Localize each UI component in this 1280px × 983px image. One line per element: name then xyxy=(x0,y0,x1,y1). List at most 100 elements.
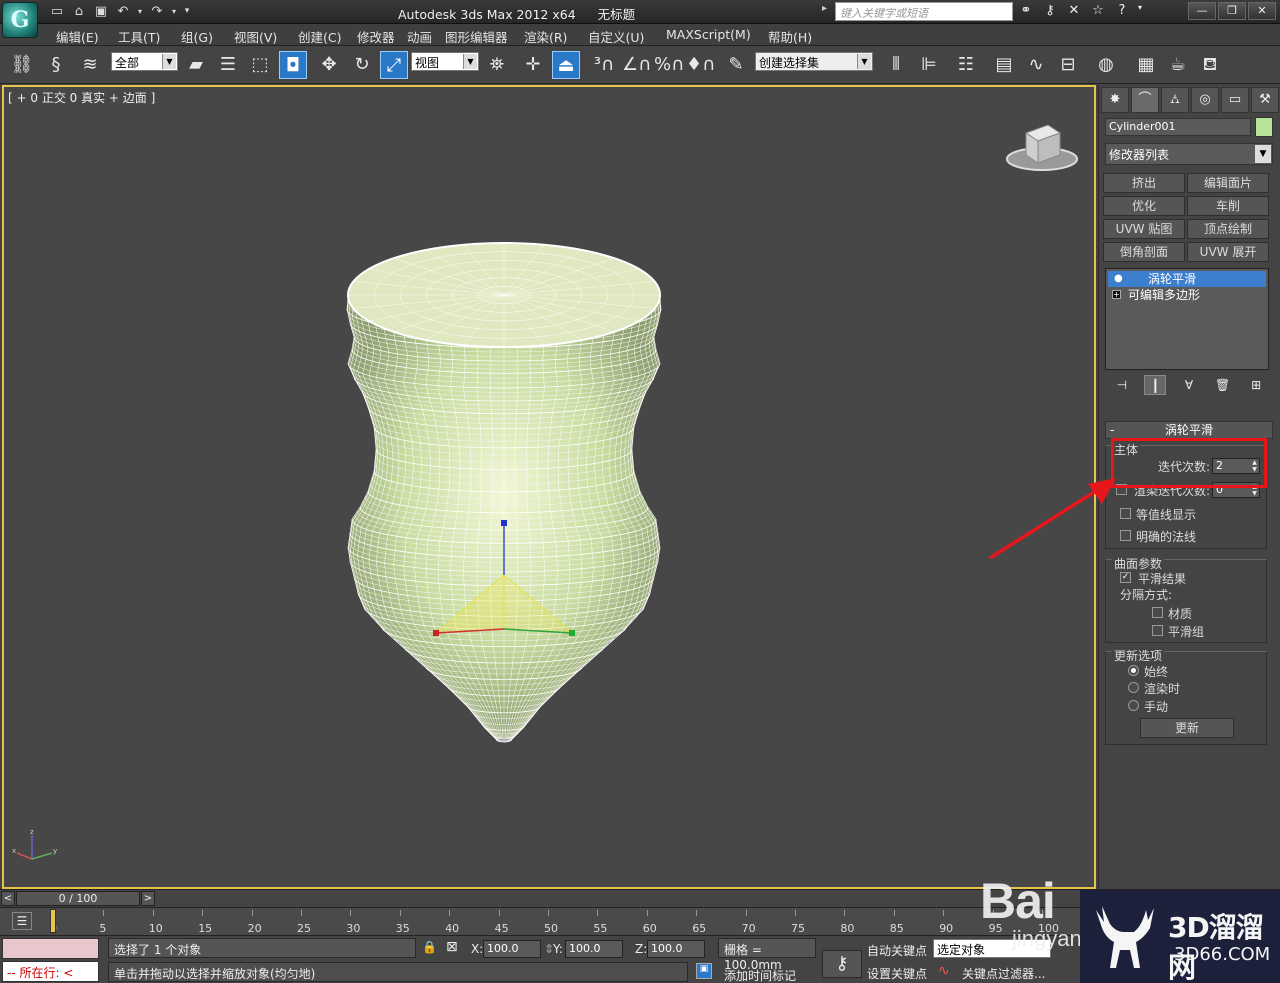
select-object-icon[interactable]: ▰ xyxy=(182,51,210,79)
modifier-button-lathe[interactable]: 车削 xyxy=(1187,196,1269,216)
when-rendering-radio[interactable] xyxy=(1128,682,1139,693)
material-editor-icon[interactable]: ◍ xyxy=(1092,51,1120,79)
set-key-button[interactable]: 设置关键点 xyxy=(867,965,927,982)
update-button[interactable]: 更新 xyxy=(1140,718,1234,738)
modifier-button-extrude[interactable]: 挤出 xyxy=(1103,173,1185,193)
current-frame-marker[interactable] xyxy=(50,909,56,933)
new-file-icon[interactable]: ▭ xyxy=(48,3,66,20)
modify-tab-icon[interactable]: ⌒ xyxy=(1131,87,1159,113)
menu-graph-editors[interactable]: 图形编辑器 xyxy=(445,27,508,46)
menu-modifiers[interactable]: 修改器 xyxy=(357,27,395,46)
maxscript-listener-mini[interactable] xyxy=(2,938,99,959)
bind-spacewarp-icon[interactable]: ≋ xyxy=(76,51,104,79)
materials-checkbox[interactable] xyxy=(1152,607,1163,618)
modifier-button-bevel-profile[interactable]: 倒角剖面 xyxy=(1103,242,1185,262)
show-end-result-icon[interactable]: ┃ xyxy=(1144,375,1167,395)
select-manipulate-icon[interactable]: ✛ xyxy=(519,51,547,79)
gizmo-handle[interactable] xyxy=(569,630,575,636)
manually-radio[interactable] xyxy=(1128,700,1139,711)
app-logo[interactable]: G xyxy=(2,2,38,38)
menu-help[interactable]: 帮助(H) xyxy=(768,27,812,46)
pivot-center-icon[interactable]: ⛯ xyxy=(483,51,511,79)
stack-item-turbosmooth[interactable]: ● 涡轮平滑 xyxy=(1108,271,1266,287)
render-production-icon[interactable]: ⛾ xyxy=(1196,51,1224,79)
object-color-swatch[interactable] xyxy=(1255,117,1273,137)
prev-frame-icon[interactable]: < xyxy=(1,891,15,906)
modifier-list-dropdown[interactable]: 修改器列表 ▼ xyxy=(1105,143,1273,165)
star-icon[interactable]: ☆ xyxy=(1088,3,1108,20)
spinner-snap-icon[interactable]: ♦∩ xyxy=(686,51,715,79)
selection-filter-dropdown[interactable]: 全部 ▼ xyxy=(111,52,178,71)
modifier-button-optimize[interactable]: 优化 xyxy=(1103,196,1185,216)
curve-editor-icon[interactable]: ∿ xyxy=(1022,51,1050,79)
curve-icon[interactable]: ∿ xyxy=(938,963,950,979)
time-slider-thumb[interactable]: 0 / 100 xyxy=(16,891,140,906)
menu-rendering[interactable]: 渲染(R) xyxy=(524,27,567,46)
render-setup-icon[interactable]: ▦ xyxy=(1132,51,1160,79)
move-icon[interactable]: ✥ xyxy=(315,51,343,79)
link-icon[interactable]: ⛓ xyxy=(8,51,36,79)
make-unique-icon[interactable]: ∀ xyxy=(1178,375,1200,395)
menu-customize[interactable]: 自定义(U) xyxy=(588,27,644,46)
set-key-icon[interactable]: ⚷ xyxy=(822,950,862,978)
create-tab-icon[interactable]: ✸ xyxy=(1101,87,1129,113)
object-name-field[interactable]: Cylinder001 xyxy=(1105,118,1251,136)
always-radio[interactable] xyxy=(1128,665,1139,676)
x-coordinate-field[interactable]: 100.0 xyxy=(483,940,541,958)
rotate-icon[interactable]: ↻ xyxy=(348,51,376,79)
key-icon[interactable]: ⚷ xyxy=(1040,3,1060,20)
utilities-tab-icon[interactable]: ⚒ xyxy=(1251,87,1279,113)
percent-snap-icon[interactable]: %∩ xyxy=(654,51,684,79)
expand-icon[interactable]: + xyxy=(1112,290,1121,299)
menu-edit[interactable]: 编辑(E) xyxy=(56,27,99,46)
z-coordinate-field[interactable]: 100.0 xyxy=(647,940,705,958)
rendered-frame-icon[interactable]: ☕ xyxy=(1164,51,1192,79)
menu-animation[interactable]: 动画 xyxy=(407,27,432,46)
binoculars-icon[interactable]: ⚭ xyxy=(1016,3,1036,20)
configure-sets-icon[interactable]: ⊞ xyxy=(1245,375,1267,395)
edit-named-selection-icon[interactable]: ✎ xyxy=(722,51,750,79)
snaps-toggle-icon[interactable]: ³∩ xyxy=(590,51,618,79)
modifier-button-uvw-map[interactable]: UVW 贴图 xyxy=(1103,219,1185,239)
window-crossing-icon[interactable]: ◘ xyxy=(279,51,307,79)
layer-manager-icon[interactable]: ☷ xyxy=(952,51,980,79)
scale-icon[interactable]: ⤢ xyxy=(380,51,408,79)
menu-maxscript[interactable]: MAXScript(M) xyxy=(666,27,751,42)
schematic-view-icon[interactable]: ⊟ xyxy=(1054,51,1082,79)
display-tab-icon[interactable]: ▭ xyxy=(1221,87,1249,113)
help-icon[interactable]: ? xyxy=(1112,3,1132,20)
modifier-button-edit-patch[interactable]: 编辑面片 xyxy=(1187,173,1269,193)
key-filters-button[interactable]: 关键点过滤器... xyxy=(962,965,1045,982)
remove-modifier-icon[interactable]: 🗑 xyxy=(1212,375,1234,395)
gizmo-handle[interactable] xyxy=(433,630,439,636)
next-frame-icon[interactable]: > xyxy=(141,891,155,906)
chevron-right-icon[interactable]: ▸ xyxy=(822,3,834,20)
chevron-down-icon[interactable]: ▾ xyxy=(1136,3,1144,20)
minimize-icon[interactable]: — xyxy=(1188,2,1216,20)
undo-icon[interactable]: ↶ xyxy=(114,3,132,20)
chevron-down-icon[interactable]: ▾ xyxy=(136,3,144,20)
reference-coord-dropdown[interactable]: 视图 ▼ xyxy=(411,52,479,71)
menu-create[interactable]: 创建(C) xyxy=(298,27,341,46)
menu-tools[interactable]: 工具(T) xyxy=(118,27,160,46)
redo-icon[interactable]: ↷ xyxy=(148,3,166,20)
customize-qa-icon[interactable]: ▾ xyxy=(182,3,192,20)
chevron-down-icon[interactable]: ▾ xyxy=(170,3,178,20)
menu-views[interactable]: 视图(V) xyxy=(234,27,277,46)
add-time-tag-label[interactable]: 添加时间标记 xyxy=(724,967,796,983)
lock-icon[interactable]: 🔒 xyxy=(422,940,437,954)
collapse-icon[interactable]: - xyxy=(1110,422,1114,438)
hierarchy-tab-icon[interactable]: ⛼ xyxy=(1161,87,1189,113)
close-icon[interactable]: ✕ xyxy=(1248,2,1276,20)
modifier-button-vertex-paint[interactable]: 顶点绘制 xyxy=(1187,219,1269,239)
absolute-mode-icon[interactable]: ⊠ xyxy=(446,939,458,955)
maxscript-line-field[interactable]: -- 所在行: < xyxy=(2,961,99,982)
select-by-name-icon[interactable]: ☰ xyxy=(214,51,242,79)
stack-item-editable-poly[interactable]: + 可编辑多边形 xyxy=(1108,287,1266,303)
mirror-icon[interactable]: ⫴ xyxy=(882,51,910,79)
restore-icon[interactable]: ❐ xyxy=(1218,2,1246,20)
explicit-normals-checkbox[interactable] xyxy=(1120,530,1131,541)
smooth-result-checkbox[interactable]: ✓ xyxy=(1120,572,1131,583)
graphite-ribbon-icon[interactable]: ▤ xyxy=(990,51,1018,79)
isoline-checkbox[interactable] xyxy=(1120,508,1131,519)
